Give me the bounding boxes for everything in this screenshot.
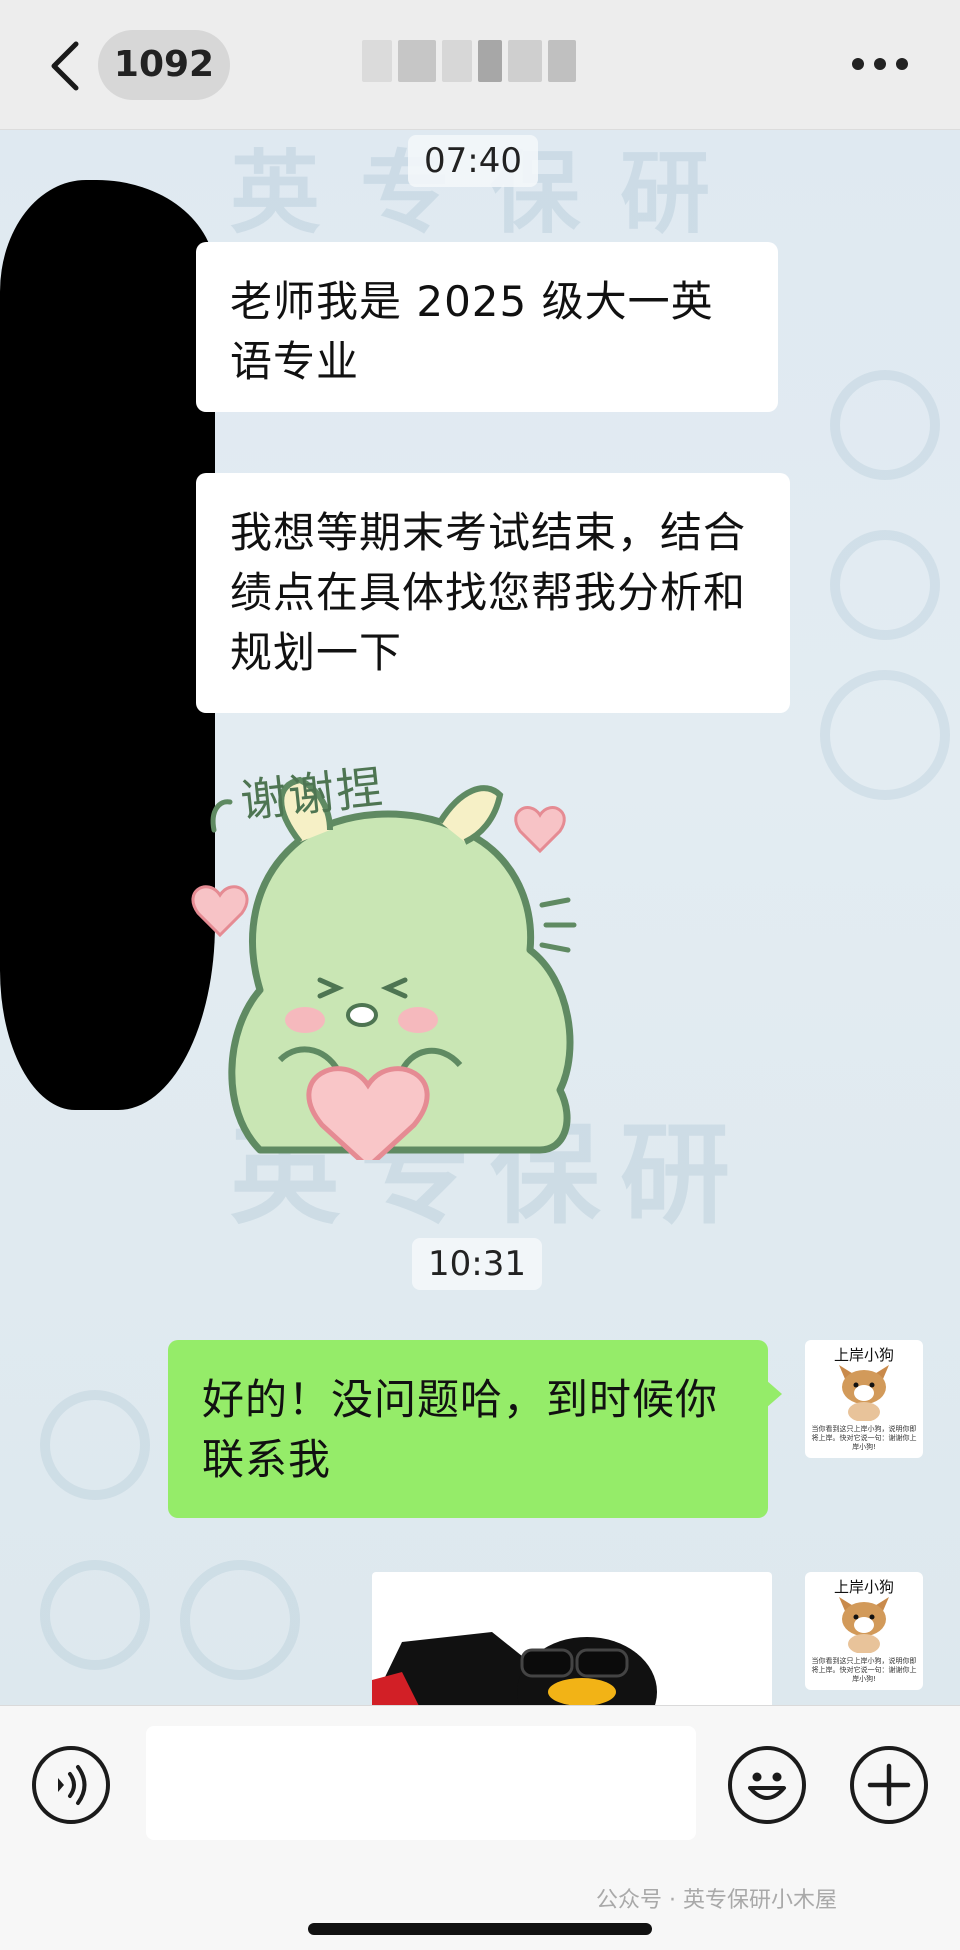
outgoing-message[interactable]: 好的！没问题哈，到时候你联系我 <box>168 1340 782 1518</box>
avatar-caption: 上岸小狗 <box>833 1346 894 1364</box>
chat-header: 1092 <box>0 0 960 130</box>
home-indicator[interactable] <box>308 1923 652 1935</box>
corgi-avatar-image <box>839 1597 889 1654</box>
emoji-icon <box>748 1772 786 1800</box>
heart-icon <box>514 806 566 854</box>
redacted-avatar-area <box>0 180 215 1110</box>
message-text: 好的！没问题哈，到时候你联系我 <box>202 1375 719 1484</box>
heart-icon <box>191 885 249 938</box>
incoming-message[interactable]: 老师我是 2025 级大一英语专业 <box>196 242 778 412</box>
timestamp: 07:40 <box>408 135 538 187</box>
message-input[interactable] <box>146 1726 696 1840</box>
background-seal <box>830 370 940 480</box>
background-seal <box>40 1390 150 1500</box>
message-text: 老师我是 2025 级大一英语专业 <box>230 277 714 386</box>
sticker-message[interactable]: 谢谢捏 <box>190 730 600 1171</box>
corgi-avatar-image <box>839 1365 889 1422</box>
voice-icon <box>58 1765 87 1805</box>
background-seal <box>180 1560 300 1680</box>
background-seal <box>40 1560 150 1670</box>
avatar-fine-print: 当你看到这只上岸小狗，说明你即将上岸。快对它说一句：谢谢你上岸小狗! <box>811 1657 917 1683</box>
chat-area[interactable]: 英专保研 英专保研 07:40 老师我是 2025 级大一英语专业 我想等期末考… <box>0 130 960 1705</box>
add-icon <box>867 1763 911 1807</box>
add-button[interactable] <box>850 1746 928 1824</box>
penguin-image <box>372 1632 657 1705</box>
input-bar: 公众号 · 英专保研小木屋 <box>0 1705 960 1950</box>
chat-title-redacted <box>362 38 602 84</box>
unread-count-badge[interactable]: 1092 <box>98 30 230 100</box>
message-text: 我想等期末考试结束，结合绩点在具体找您帮我分析和规划一下 <box>230 508 747 677</box>
user-avatar[interactable]: 上岸小狗 当你看到这只上岸小狗，说明你即将上岸。快对它说一句：谢谢你上岸小狗! <box>805 1572 923 1690</box>
back-icon[interactable] <box>46 38 86 94</box>
voice-button[interactable] <box>32 1746 110 1824</box>
avatar-fine-print: 当你看到这只上岸小狗，说明你即将上岸。快对它说一句：谢谢你上岸小狗! <box>811 1425 917 1451</box>
footer-watermark: 公众号 · 英专保研小木屋 <box>596 1888 837 1913</box>
background-seal <box>830 530 940 640</box>
emoji-button[interactable] <box>728 1746 806 1824</box>
outgoing-image-message[interactable] <box>372 1572 772 1705</box>
incoming-message[interactable]: 我想等期末考试结束，结合绩点在具体找您帮我分析和规划一下 <box>196 473 790 713</box>
avatar-caption: 上岸小狗 <box>833 1578 894 1596</box>
background-seal <box>820 670 950 800</box>
timestamp: 10:31 <box>412 1238 542 1290</box>
more-icon[interactable] <box>852 52 908 76</box>
user-avatar[interactable]: 上岸小狗 当你看到这只上岸小狗，说明你即将上岸。快对它说一句：谢谢你上岸小狗! <box>805 1340 923 1458</box>
